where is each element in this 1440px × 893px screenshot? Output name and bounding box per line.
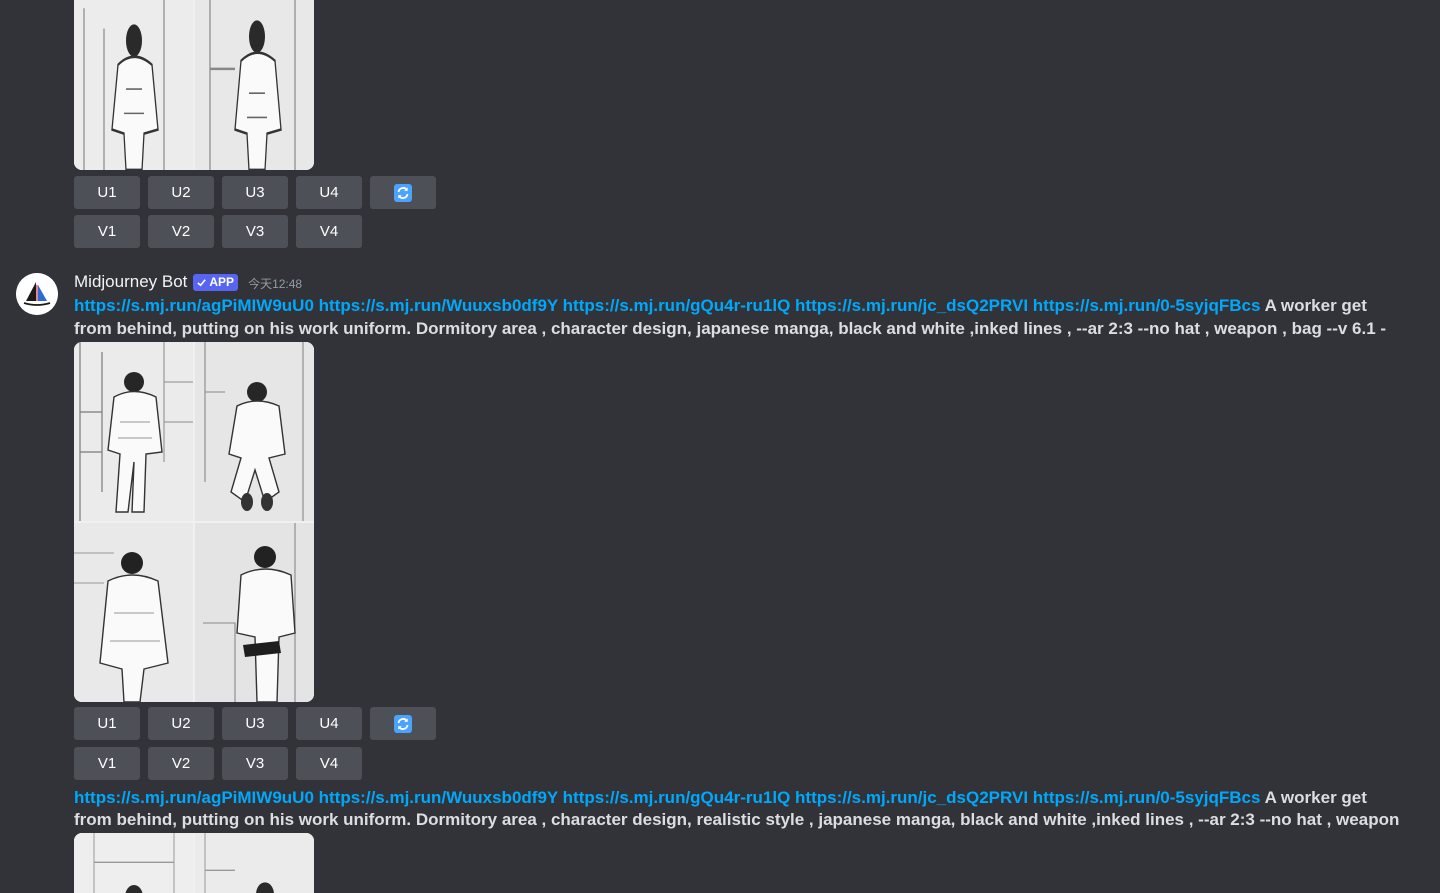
avatar[interactable] — [16, 273, 58, 315]
badge-label: APP — [209, 275, 235, 289]
variation-button-4[interactable]: V4 — [296, 215, 362, 248]
prompt-link[interactable]: https://s.mj.run/Wuuxsb0df9Y — [319, 788, 558, 807]
prompt-line-2: from behind, putting on his work uniform… — [74, 810, 1400, 829]
prompt-link[interactable]: https://s.mj.run/gQu4r-ru1lQ — [563, 788, 791, 807]
variation-button-2[interactable]: V2 — [148, 215, 214, 248]
prompt-link[interactable]: https://s.mj.run/0-5syjqFBcs — [1033, 788, 1261, 807]
prompt-line-2: from behind, putting on his work uniform… — [74, 319, 1387, 338]
upscale-button-2[interactable]: U2 — [148, 707, 214, 740]
prompt-text: A worker get — [1264, 296, 1367, 315]
variation-button-row-top: V1 V2 V3 V4 — [74, 215, 362, 248]
upscale-button-4[interactable]: U4 — [296, 707, 362, 740]
app-badge: APP — [193, 273, 239, 291]
refresh-icon — [394, 183, 412, 202]
variation-button-4[interactable]: V4 — [296, 747, 362, 780]
upscale-button-row-top: U1 U2 U3 U4 — [74, 176, 436, 209]
prompt-line-1: https://s.mj.run/agPiMIW9uU0 https://s.m… — [74, 294, 1367, 317]
variation-button-row: V1 V2 V3 V4 — [74, 747, 362, 780]
prompt-link[interactable]: https://s.mj.run/agPiMIW9uU0 — [74, 788, 314, 807]
prompt-link[interactable]: https://s.mj.run/0-5syjqFBcs — [1033, 296, 1261, 315]
prompt-link[interactable]: https://s.mj.run/jc_dsQ2PRVI — [795, 296, 1028, 315]
reroll-button[interactable] — [370, 176, 436, 209]
upscale-button-3[interactable]: U3 — [222, 176, 288, 209]
prompt-text: A worker get — [1264, 788, 1367, 807]
variation-button-1[interactable]: V1 — [74, 215, 140, 248]
image-panel — [195, 833, 314, 893]
image-panel — [74, 0, 193, 170]
midjourney-sailboat-icon — [16, 273, 58, 315]
generated-image-grid-top[interactable] — [74, 0, 314, 170]
prompt-link[interactable]: https://s.mj.run/agPiMIW9uU0 — [74, 296, 314, 315]
image-panel — [195, 342, 314, 521]
prompt-line-1: https://s.mj.run/agPiMIW9uU0 https://s.m… — [74, 786, 1367, 809]
variation-button-3[interactable]: V3 — [222, 215, 288, 248]
checkmark-icon — [197, 278, 207, 286]
generated-image-grid-next[interactable] — [74, 833, 314, 893]
prompt-link[interactable]: https://s.mj.run/jc_dsQ2PRVI — [795, 788, 1028, 807]
message-header: Midjourney Bot APP 今天12:48 — [74, 272, 302, 292]
upscale-button-1[interactable]: U1 — [74, 176, 140, 209]
variation-button-3[interactable]: V3 — [222, 747, 288, 780]
upscale-button-3[interactable]: U3 — [222, 707, 288, 740]
upscale-button-1[interactable]: U1 — [74, 707, 140, 740]
image-panel — [195, 0, 314, 170]
timestamp: 今天12:48 — [248, 277, 303, 291]
variation-button-1[interactable]: V1 — [74, 747, 140, 780]
reroll-button[interactable] — [370, 707, 436, 740]
upscale-button-row: U1 U2 U3 U4 — [74, 707, 436, 740]
prompt-link[interactable]: https://s.mj.run/gQu4r-ru1lQ — [563, 296, 791, 315]
upscale-button-2[interactable]: U2 — [148, 176, 214, 209]
image-panel — [74, 523, 193, 702]
prompt-link[interactable]: https://s.mj.run/Wuuxsb0df9Y — [319, 296, 558, 315]
image-panel — [74, 833, 193, 893]
generated-image-grid[interactable] — [74, 342, 314, 702]
chat-viewport: U1 U2 U3 U4 V1 V2 V3 V4 Midjourney Bot A… — [0, 0, 1440, 893]
variation-button-2[interactable]: V2 — [148, 747, 214, 780]
image-panel — [195, 523, 314, 702]
refresh-icon — [394, 714, 412, 733]
image-panel — [74, 342, 193, 521]
upscale-button-4[interactable]: U4 — [296, 176, 362, 209]
username[interactable]: Midjourney Bot — [74, 272, 187, 292]
